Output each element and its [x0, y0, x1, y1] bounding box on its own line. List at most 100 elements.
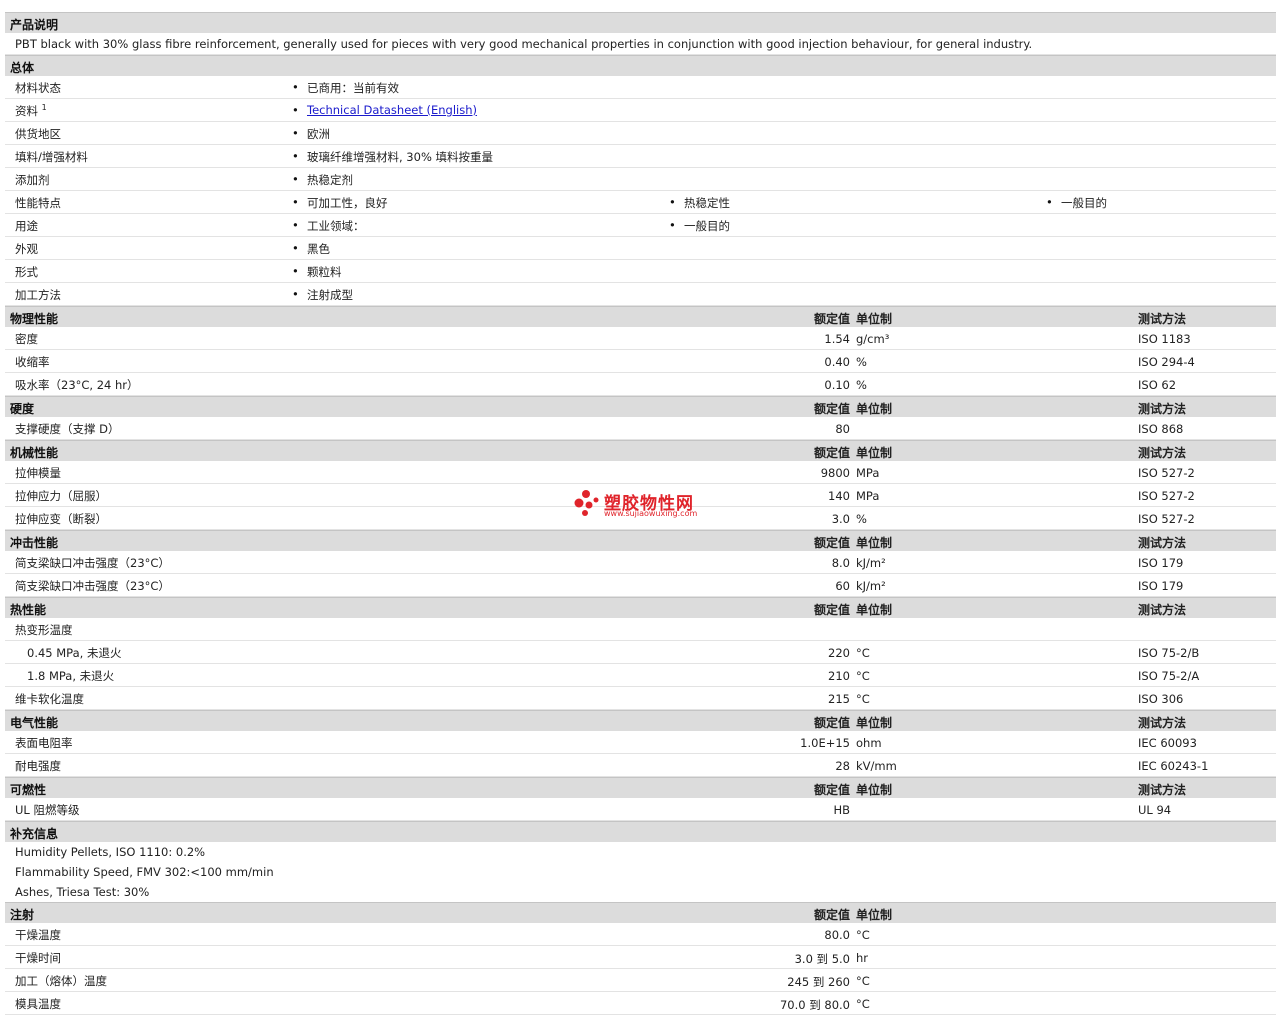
row-value: 3.0 [831, 512, 850, 526]
row-unit: °C [856, 928, 870, 942]
column-header-method: 测试方法 [1138, 603, 1187, 617]
section-header-supplementary: 补充信息 [5, 821, 1276, 842]
row-label: 简支梁缺口冲击强度（23°C） [15, 579, 170, 593]
column-header-value: 额定值 [813, 402, 850, 416]
section-header-mechanical: 机械性能 额定值 单位制 测试方法 [5, 440, 1276, 461]
bullet-value: Technical Datasheet (English) [292, 103, 477, 117]
column-header-unit: 单位制 [856, 783, 893, 797]
property-row: 密度 1.54 g/cm³ ISO 1183 [5, 327, 1276, 350]
row-unit: °C [856, 669, 870, 683]
section-title: 总体 [10, 61, 35, 75]
row-method: IEC 60093 [1138, 736, 1197, 750]
technical-datasheet-link[interactable]: Technical Datasheet (English) [307, 103, 477, 117]
bullet-value: 热稳定剂 [292, 172, 353, 188]
section-title: 物理性能 [10, 312, 59, 326]
row-method: ISO 75-2/B [1138, 646, 1200, 660]
column-header-unit: 单位制 [856, 536, 893, 550]
row-method: ISO 62 [1138, 378, 1177, 392]
section-header-hardness: 硬度 额定值 单位制 测试方法 [5, 396, 1276, 417]
section-title: 热性能 [10, 603, 47, 617]
row-label: 加工方法 [15, 288, 61, 302]
row-unit: °C [856, 997, 870, 1011]
row-unit: hr [856, 951, 869, 965]
row-label: 1.8 MPa, 未退火 [27, 669, 115, 683]
column-header-value: 额定值 [813, 783, 850, 797]
row-label: 耐电强度 [15, 759, 61, 773]
column-header-unit: 单位制 [856, 446, 893, 460]
row-method: ISO 294-4 [1138, 355, 1195, 369]
property-row: 耐电强度 28 kV/mm IEC 60243-1 [5, 754, 1276, 777]
note-text: Ashes, Triesa Test: 30% [15, 885, 150, 899]
row-unit: % [856, 378, 867, 392]
column-header-method: 测试方法 [1138, 446, 1187, 460]
row-label: 吸水率（23°C, 24 hr） [15, 378, 139, 392]
note-line: Ashes, Triesa Test: 30% [5, 882, 1276, 902]
row-value: 1.0E+15 [800, 736, 850, 750]
property-row: 0.45 MPa, 未退火 220 °C ISO 75-2/B [5, 641, 1276, 664]
row-label: 拉伸应变（断裂） [15, 512, 107, 526]
section-title: 硬度 [10, 402, 35, 416]
row-method: IEC 60243-1 [1138, 759, 1209, 773]
row-label: 支撑硬度（支撑 D） [15, 422, 120, 436]
row-unit: °C [856, 974, 870, 988]
property-row: 1.8 MPa, 未退火 210 °C ISO 75-2/A [5, 664, 1276, 687]
section-header-thermal: 热性能 额定值 单位制 测试方法 [5, 597, 1276, 618]
note-text: Flammability Speed, FMV 302:<100 mm/min [15, 865, 274, 879]
row-label: 收缩率 [15, 355, 50, 369]
property-row: 简支梁缺口冲击强度（23°C） 8.0 kJ/m² ISO 179 [5, 551, 1276, 574]
row-label: 添加剂 [15, 173, 50, 187]
row-label: 密度 [15, 332, 38, 346]
product-description-text: PBT black with 30% glass fibre reinforce… [15, 37, 1033, 51]
general-row-filler: 填料/增强材料 玻璃纤维增强材料, 30% 填料按重量 [5, 145, 1276, 168]
general-row-region: 供货地区 欧洲 [5, 122, 1276, 145]
general-row-additive: 添加剂 热稳定剂 [5, 168, 1276, 191]
row-method: ISO 527-2 [1138, 466, 1195, 480]
general-row-features: 性能特点 可加工性，良好 热稳定性 一般目的 [5, 191, 1276, 214]
property-row: 维卡软化温度 215 °C ISO 306 [5, 687, 1276, 710]
row-value: 0.10 [824, 378, 850, 392]
row-unit: °C [856, 692, 870, 706]
row-unit: kJ/m² [856, 579, 886, 593]
bullet-value: 一般目的 [1046, 195, 1107, 211]
section-header-general: 总体 [5, 55, 1276, 76]
row-label: 形式 [15, 265, 38, 279]
row-label: 性能特点 [15, 196, 61, 210]
bullet-value: 热稳定性 [669, 195, 730, 211]
column-header-value: 额定值 [813, 716, 850, 730]
row-label: 填料/增强材料 [15, 150, 88, 164]
general-row-documents: 资料 1 Technical Datasheet (English) [5, 99, 1276, 122]
section-header-electrical: 电气性能 额定值 单位制 测试方法 [5, 710, 1276, 731]
row-value: 245 到 260 [787, 975, 850, 989]
row-unit: MPa [856, 466, 880, 480]
row-label: 干燥温度 [15, 928, 61, 942]
row-label: UL 阻燃等级 [15, 803, 80, 817]
row-method: ISO 868 [1138, 422, 1184, 436]
section-title: 可燃性 [10, 783, 47, 797]
property-row: 干燥温度 80.0 °C [5, 923, 1276, 946]
section-title: 冲击性能 [10, 536, 59, 550]
row-label: 表面电阻率 [15, 736, 73, 750]
row-method: ISO 75-2/A [1138, 669, 1200, 683]
section-title: 注射 [10, 908, 35, 922]
general-row-appearance: 外观 黑色 [5, 237, 1276, 260]
row-label: 热变形温度 [15, 623, 73, 637]
property-row: 支撑硬度（支撑 D） 80 ISO 868 [5, 417, 1276, 440]
row-unit: MPa [856, 489, 880, 503]
general-row-uses: 用途 工业领域： 一般目的 [5, 214, 1276, 237]
row-label: 加工（熔体）温度 [15, 974, 107, 988]
column-header-method: 测试方法 [1138, 536, 1187, 550]
column-header-method: 测试方法 [1138, 402, 1187, 416]
column-header-method: 测试方法 [1138, 716, 1187, 730]
bullet-value: 一般目的 [669, 218, 730, 234]
row-value: 80.0 [824, 928, 850, 942]
row-method: ISO 527-2 [1138, 512, 1195, 526]
general-row-status: 材料状态 已商用：当前有效 [5, 76, 1276, 99]
bullet-value: 颗粒料 [292, 264, 341, 280]
watermark-logo: 塑胶物性网 www.sujiaowuxing.com [574, 487, 704, 521]
row-unit: kJ/m² [856, 556, 886, 570]
row-label: 干燥时间 [15, 951, 61, 965]
watermark-url: www.sujiaowuxing.com [604, 509, 698, 518]
row-label: 外观 [15, 242, 38, 256]
bullet-value: 工业领域： [292, 218, 364, 234]
row-label: 0.45 MPa, 未退火 [27, 646, 122, 660]
